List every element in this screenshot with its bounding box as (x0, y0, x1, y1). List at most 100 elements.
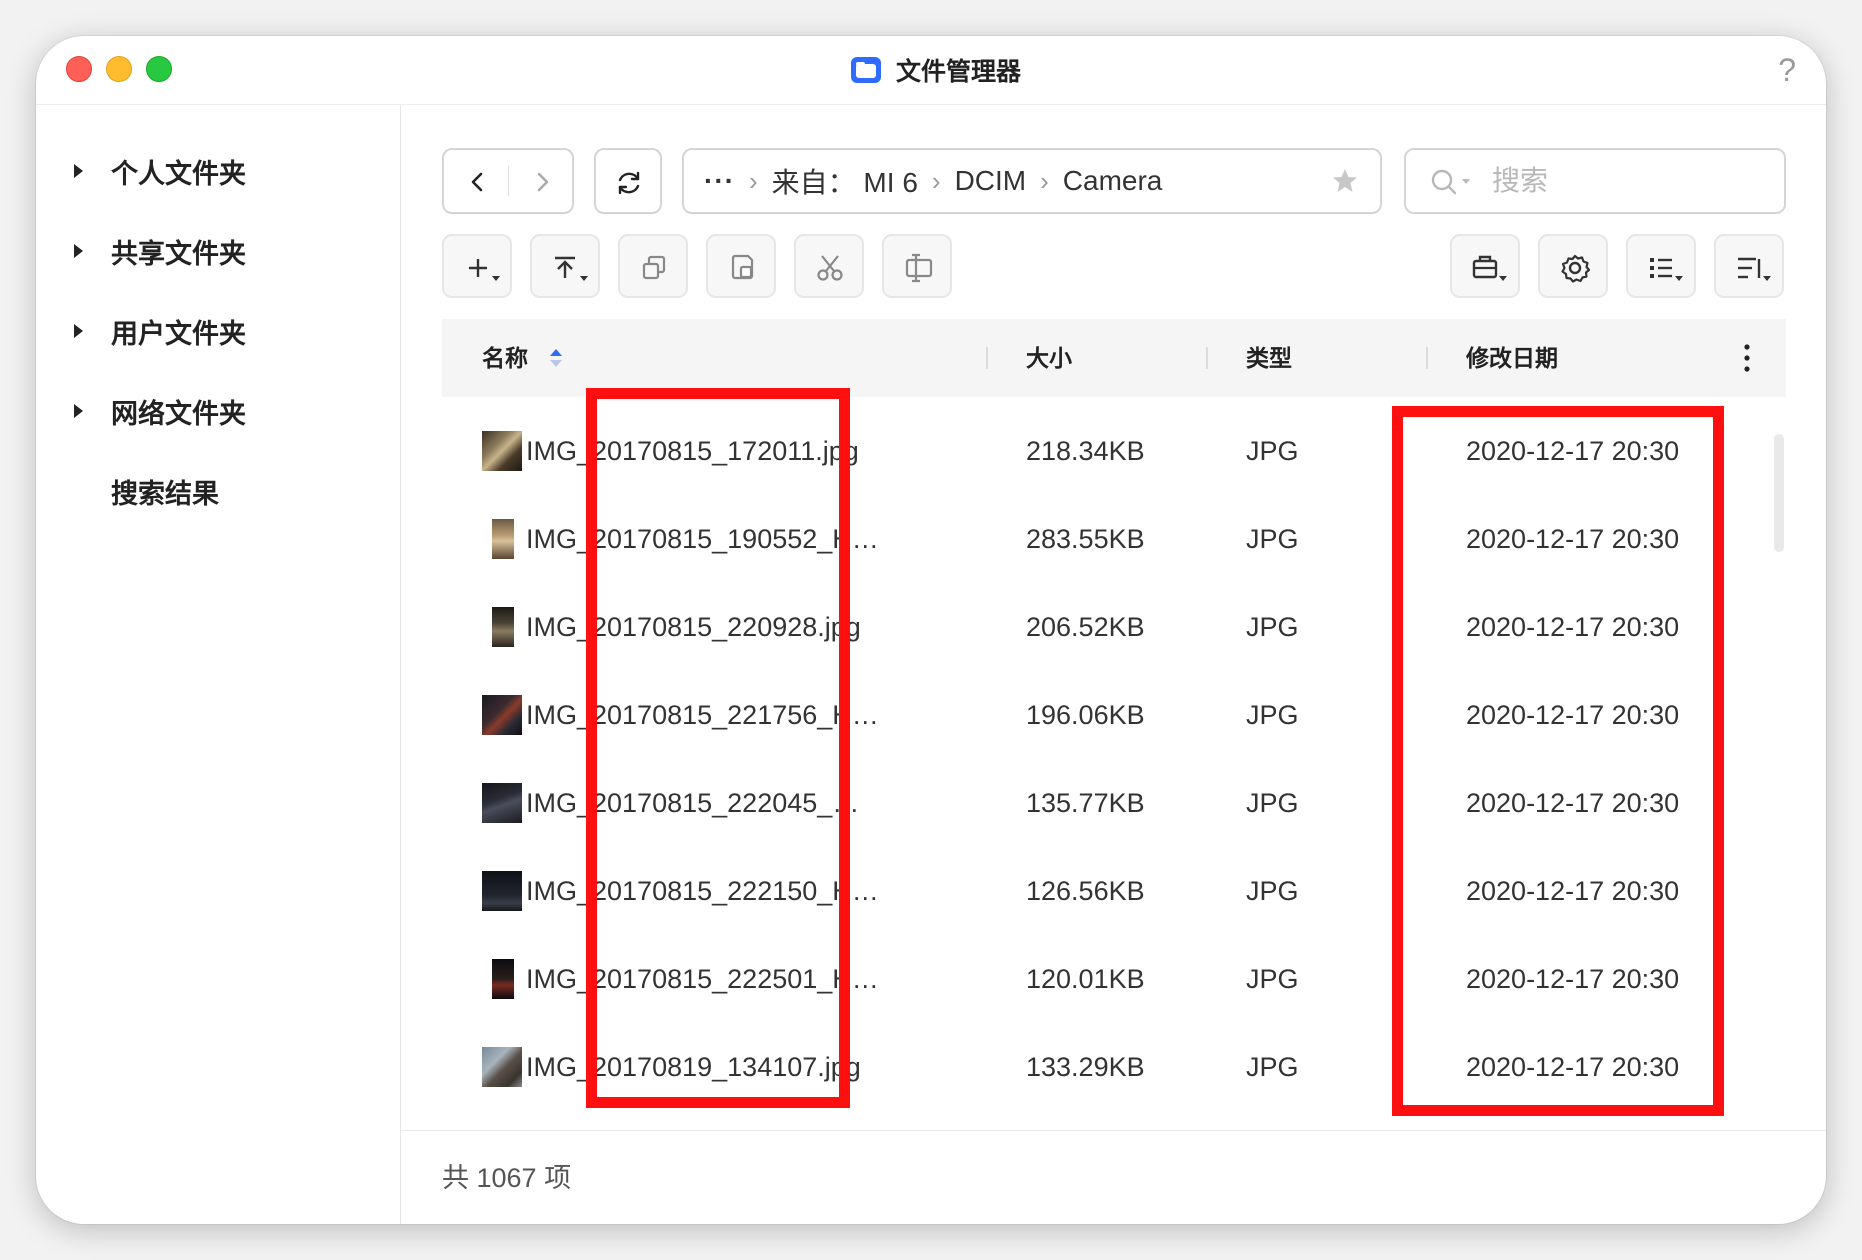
status-bar: 共 1067 项 (400, 1130, 1826, 1224)
file-size: 206.52KB (1026, 612, 1145, 642)
help-icon[interactable]: ? (1778, 50, 1796, 90)
window-title: 文件管理器 (896, 58, 1022, 86)
column-header-modified[interactable]: 修改日期 (1466, 319, 1558, 397)
table-header: 名称 大小 类型 修改日期 (442, 319, 1786, 397)
file-type: JPG (1246, 1052, 1299, 1082)
sidebar: 个人文件夹 共享文件夹 用户文件夹 网络文件夹 搜索结果 (36, 105, 401, 1224)
copy-button[interactable] (618, 234, 688, 298)
image-thumbnail (482, 871, 522, 911)
file-size: 133.29KB (1026, 1052, 1145, 1082)
upload-icon (555, 256, 588, 281)
new-button[interactable] (442, 234, 512, 298)
file-type: JPG (1246, 524, 1299, 554)
list-view-icon (1650, 258, 1683, 281)
sidebar-item-search-results[interactable]: 搜索结果 (72, 469, 219, 513)
sidebar-item-shared-folder[interactable]: 共享文件夹 (72, 229, 246, 273)
column-divider[interactable] (1206, 347, 1208, 369)
settings-button[interactable] (1538, 234, 1608, 298)
more-vertical-icon[interactable] (1742, 341, 1752, 375)
column-header-type[interactable]: 类型 (1246, 319, 1292, 397)
sidebar-item-label: 网络文件夹 (111, 398, 246, 429)
maximize-window-button[interactable] (146, 56, 172, 82)
forward-arrow-icon[interactable] (528, 168, 556, 196)
back-arrow-icon[interactable] (464, 168, 492, 196)
image-thumbnail (482, 783, 522, 823)
chevron-right-icon: › (931, 165, 941, 196)
breadcrumb-segment[interactable]: DCIM (955, 165, 1027, 197)
item-count: 共 1067 项 (442, 1163, 572, 1193)
column-divider[interactable] (986, 347, 988, 369)
sidebar-item-label: 搜索结果 (111, 478, 219, 509)
gear-icon (1561, 254, 1591, 283)
sort-icon (1738, 257, 1771, 281)
sidebar-item-label: 用户文件夹 (111, 318, 246, 349)
column-header-name[interactable]: 名称 (482, 319, 528, 397)
sidebar-item-network-folder[interactable]: 网络文件夹 (72, 389, 246, 433)
sort-button[interactable] (1714, 234, 1784, 298)
nav-buttons (442, 148, 574, 214)
sidebar-item-label: 个人文件夹 (111, 158, 246, 189)
column-header-size[interactable]: 大小 (1026, 319, 1072, 397)
breadcrumb-more-button[interactable]: ··· (704, 165, 735, 197)
file-type: JPG (1246, 700, 1299, 730)
close-window-button[interactable] (66, 56, 92, 82)
cut-button[interactable] (794, 234, 864, 298)
file-type: JPG (1246, 788, 1299, 818)
file-size: 126.56KB (1026, 876, 1145, 906)
sidebar-item-user-folder[interactable]: 用户文件夹 (72, 309, 246, 353)
chevron-right-icon: › (748, 165, 758, 196)
caret-right-icon[interactable] (74, 324, 83, 338)
image-thumbnail (482, 431, 522, 471)
minimize-window-button[interactable] (106, 56, 132, 82)
sidebar-item-label: 共享文件夹 (111, 238, 246, 269)
star-icon[interactable] (1330, 166, 1360, 196)
scissors-icon (817, 255, 843, 281)
search-icon (1431, 169, 1470, 195)
file-type: JPG (1246, 876, 1299, 906)
caret-right-icon[interactable] (74, 404, 83, 418)
caret-right-icon[interactable] (74, 164, 83, 178)
caret-right-icon[interactable] (74, 244, 83, 258)
column-divider[interactable] (1426, 347, 1428, 369)
file-size: 196.06KB (1026, 700, 1145, 730)
sort-ascending-icon[interactable] (546, 345, 566, 371)
image-thumbnail (492, 519, 514, 559)
copy-icon (642, 255, 666, 280)
folder-app-icon (851, 57, 881, 83)
rename-icon (905, 253, 933, 283)
path-bar[interactable]: ··· › 来自： MI 6 › DCIM › Camera (682, 148, 1382, 214)
plus-icon (469, 259, 500, 281)
search-input[interactable]: 搜索 (1404, 148, 1786, 214)
file-size: 135.77KB (1026, 788, 1145, 818)
paste-icon (731, 254, 754, 280)
refresh-button[interactable] (594, 148, 662, 214)
toolbox-button[interactable] (1450, 234, 1520, 298)
file-size: 120.01KB (1026, 964, 1145, 994)
view-mode-button[interactable] (1626, 234, 1696, 298)
app-title: 文件管理器 (850, 50, 1021, 90)
file-size: 283.55KB (1026, 524, 1145, 554)
file-size: 218.34KB (1026, 436, 1145, 466)
sidebar-item-personal-folder[interactable]: 个人文件夹 (72, 149, 246, 193)
breadcrumb: ··· › 来自： MI 6 › DCIM › Camera (704, 150, 1162, 212)
toolbox-icon (1472, 255, 1507, 281)
file-type: JPG (1246, 964, 1299, 994)
rename-button[interactable] (882, 234, 952, 298)
image-thumbnail (492, 959, 514, 999)
annotation-box-filename (586, 388, 850, 1108)
title-bar: 文件管理器 ? (36, 36, 1826, 105)
annotation-box-modified-date (1392, 406, 1724, 1116)
file-type: JPG (1246, 612, 1299, 642)
search-placeholder: 搜索 (1492, 165, 1549, 196)
image-thumbnail (482, 1047, 522, 1087)
upload-button[interactable] (530, 234, 600, 298)
chevron-right-icon: › (1040, 165, 1049, 196)
refresh-icon (618, 171, 640, 195)
file-type: JPG (1246, 436, 1299, 466)
paste-button[interactable] (706, 234, 776, 298)
image-thumbnail (492, 607, 514, 647)
breadcrumb-segment[interactable]: Camera (1063, 165, 1163, 197)
breadcrumb-segment[interactable]: 来自： MI 6 (772, 161, 918, 201)
image-thumbnail (482, 695, 522, 735)
scrollbar-thumb[interactable] (1774, 434, 1784, 552)
